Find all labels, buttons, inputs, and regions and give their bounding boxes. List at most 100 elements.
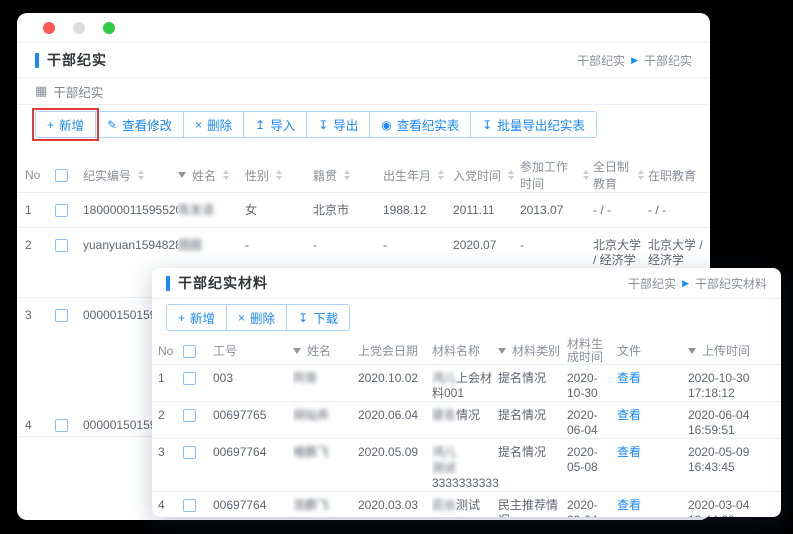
row-checkbox[interactable] [55, 239, 68, 252]
person-name: 浩鹏飞 [293, 498, 329, 512]
view-edit-button[interactable]: ✎ 查看修改 [95, 111, 184, 138]
add-button[interactable]: + 新增 [35, 111, 96, 138]
staff-id: 00697764 [213, 439, 293, 492]
breadcrumb: 干部纪实 ▶ 干部纪实 [577, 52, 692, 69]
cadre-materials-window: 干部纪实材料 干部纪实 ▶ 干部纪实材料 + 新增 × 删除 ↧ 下载 [152, 268, 781, 517]
sort-icon[interactable] [138, 170, 144, 180]
breadcrumb: 干部纪实 ▶ 干部纪实材料 [628, 275, 767, 292]
col-onjob-edu: 在职教育 [648, 158, 710, 193]
row-checkbox[interactable] [183, 499, 196, 512]
view-file-link[interactable]: 查看 [617, 408, 641, 422]
sort-icon[interactable] [223, 170, 229, 180]
add-button-highlight: + 新增 [35, 111, 96, 138]
desktop-background: 干部纪实 干部纪实 ▶ 干部纪实 ▦ 干部纪实 + 新增 ✎ 查看修改 [0, 0, 793, 534]
download-icon: ↧ [482, 118, 492, 132]
add-button[interactable]: + 新增 [166, 304, 227, 331]
sort-icon[interactable] [344, 170, 350, 180]
import-button[interactable]: ↥ 导入 [243, 111, 307, 138]
page-title: 干部纪实 [47, 50, 107, 70]
records-toolbar: + 新增 ✎ 查看修改 × 删除 ↥ 导入 ↧ 导出 ◉ 查看 [17, 105, 710, 142]
col-birth: 出生年月 [383, 158, 453, 193]
row-checkbox[interactable] [55, 204, 68, 217]
download-icon: ↧ [298, 311, 308, 325]
material-name: 鸿儿 测试333333333333 [432, 439, 498, 492]
breadcrumb-arrow-icon: ▶ [631, 55, 638, 66]
col-sex: 性别 [245, 158, 313, 193]
close-icon: × [195, 118, 202, 132]
download-icon: ↧ [318, 118, 328, 132]
eye-icon: ◉ [381, 118, 391, 132]
row-index: 1 [152, 365, 183, 402]
row-checkbox[interactable] [183, 372, 196, 385]
filter-icon[interactable] [178, 172, 186, 178]
table-header-row: No 工号 姓名 上党会日期 材料名称 材料类别 材料生成时间 文件 上传时间 [152, 338, 781, 365]
materials-toolbar: + 新增 × 删除 ↧ 下载 [152, 299, 781, 334]
col-record-code: 纪实编号 [83, 158, 178, 193]
table-row: 3 00697764 褚鹏飞 2020.05.09 鸿儿 测试333333333… [152, 439, 781, 492]
col-upload-time: 上传时间 [688, 338, 781, 365]
sort-icon[interactable] [508, 170, 514, 180]
table-row: 1 003 阿哥 2020.10.02 鸿儿上会材料001 提名情况 2020-… [152, 365, 781, 402]
row-index: 1 [17, 193, 55, 228]
download-button[interactable]: ↧ 下载 [286, 304, 350, 331]
title-accent-bar [166, 276, 170, 291]
col-fulltime-edu: 全日制教育 [593, 158, 648, 193]
view-file-link[interactable]: 查看 [617, 371, 641, 385]
window-titlebar [17, 13, 710, 43]
row-checkbox[interactable] [183, 409, 196, 422]
row-checkbox[interactable] [55, 309, 68, 322]
row-checkbox[interactable] [183, 446, 196, 459]
staff-id: 00697764 [213, 492, 293, 518]
col-work-join: 参加工作时间 [520, 158, 593, 193]
col-party-join: 入党时间 [453, 158, 520, 193]
row-index: 4 [152, 492, 183, 518]
col-name: 姓名 [178, 158, 245, 193]
plus-icon: + [47, 118, 54, 132]
zoom-traffic-light[interactable] [103, 22, 115, 34]
staff-id: 003 [213, 365, 293, 402]
row-index: 3 [152, 439, 183, 492]
view-file-link[interactable]: 查看 [617, 498, 641, 512]
delete-button[interactable]: × 删除 [226, 304, 287, 331]
minimize-traffic-light[interactable] [73, 22, 85, 34]
row-index: 2 [17, 228, 55, 298]
filter-icon[interactable] [688, 348, 696, 354]
sort-icon[interactable] [583, 170, 589, 180]
material-name: 鸿儿上会材料001 [432, 365, 498, 402]
table-row: 4 00697764 浩鹏飞 2020.03.03 后台测试 民主推荐情况 20… [152, 492, 781, 518]
filter-icon[interactable] [293, 348, 301, 354]
select-all-checkbox[interactable] [55, 169, 68, 182]
edit-icon: ✎ [107, 118, 117, 132]
breadcrumb-current: 干部纪实材料 [695, 275, 767, 292]
batch-export-button[interactable]: ↧ 批量导出纪实表 [470, 111, 597, 138]
col-file: 文件 [617, 338, 688, 365]
col-no: No [17, 158, 55, 193]
export-button[interactable]: ↧ 导出 [306, 111, 370, 138]
sort-icon[interactable] [638, 170, 644, 180]
title-accent-bar [35, 53, 39, 68]
page-header: 干部纪实 干部纪实 ▶ 干部纪实 [17, 43, 710, 78]
close-traffic-light[interactable] [43, 22, 55, 34]
col-material-name: 材料名称 [432, 338, 498, 365]
breadcrumb-parent[interactable]: 干部纪实 [628, 275, 676, 292]
breadcrumb-parent[interactable]: 干部纪实 [577, 52, 625, 69]
breadcrumb-arrow-icon: ▶ [682, 278, 689, 289]
col-material-category: 材料类别 [498, 338, 567, 365]
table-row: 2 00697765 胡灿弃 2020.06.04 提名情况 提名情况 2020… [152, 402, 781, 439]
person-name: 胡灿弃 [293, 408, 329, 422]
col-name: 姓名 [293, 338, 358, 365]
view-record-sheet-button[interactable]: ◉ 查看纪实表 [369, 111, 471, 138]
sort-icon[interactable] [438, 170, 444, 180]
filter-icon[interactable] [498, 348, 506, 354]
sort-icon[interactable] [276, 170, 282, 180]
delete-button[interactable]: × 删除 [183, 111, 244, 138]
upload-icon: ↥ [255, 118, 265, 132]
row-checkbox[interactable] [55, 419, 68, 432]
col-meeting-date: 上党会日期 [358, 338, 432, 365]
record-code: 180000011595520000 [83, 193, 178, 228]
view-file-link[interactable]: 查看 [617, 445, 641, 459]
material-name: 后台测试 [432, 492, 498, 518]
staff-id: 00697765 [213, 402, 293, 439]
plus-icon: + [178, 311, 185, 325]
select-all-checkbox[interactable] [183, 345, 196, 358]
